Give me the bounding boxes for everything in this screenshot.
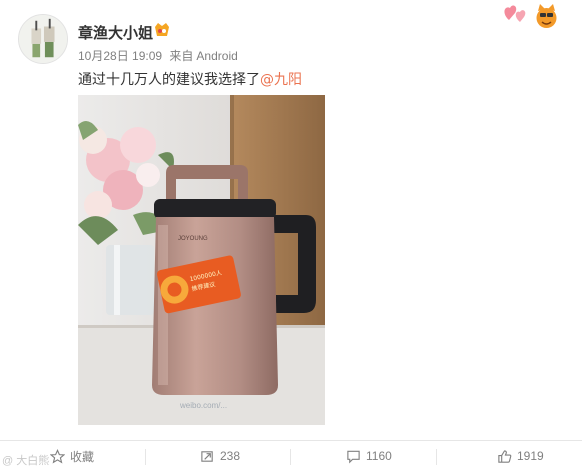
comment-button[interactable]: 1160 — [346, 441, 392, 471]
repost-button[interactable]: 238 — [200, 441, 240, 471]
post-source: Android — [196, 49, 238, 63]
hearts-icon — [504, 5, 526, 22]
repost-icon — [201, 450, 213, 462]
cat-emoji-icon — [536, 4, 557, 28]
divider — [290, 449, 291, 465]
divider — [436, 449, 437, 465]
post-text: 通过十几万人的建议我选择了@九阳 — [78, 69, 302, 89]
star-icon — [50, 448, 65, 463]
post-meta: 10月28日 19:09 来自 Android — [78, 47, 242, 64]
vip-badge-icon — [155, 23, 169, 36]
repost-count: 238 — [220, 449, 241, 463]
comment-icon — [347, 450, 360, 463]
comment-count: 1160 — [366, 449, 392, 463]
site-watermark: @ 大白熊 — [2, 455, 50, 467]
like-button[interactable]: 1919 — [497, 441, 544, 471]
username[interactable]: 章渔大小姐 — [78, 22, 153, 43]
post-date[interactable]: 10月28日 19:09 — [78, 49, 162, 63]
photo-watermark: weibo.com/... — [180, 401, 228, 410]
post-body: 通过十几万人的建议我选择了 — [78, 72, 260, 88]
divider — [145, 449, 146, 465]
mention-link[interactable]: @九阳 — [260, 72, 302, 88]
favorite-button[interactable]: 收藏 — [50, 441, 94, 471]
thumbs-up-icon — [498, 449, 512, 463]
favorite-label: 收藏 — [70, 449, 95, 464]
brand-text: JOYOUNG — [178, 236, 208, 242]
source-label: 来自 — [169, 49, 194, 63]
user-avatar[interactable] — [18, 14, 68, 64]
like-count: 1919 — [517, 449, 544, 463]
post-image[interactable]: JOYOUNG 1000000人 推荐建议 weibo.com/... — [78, 95, 325, 425]
action-bar: 收藏 238 1160 1919 — [0, 440, 582, 471]
